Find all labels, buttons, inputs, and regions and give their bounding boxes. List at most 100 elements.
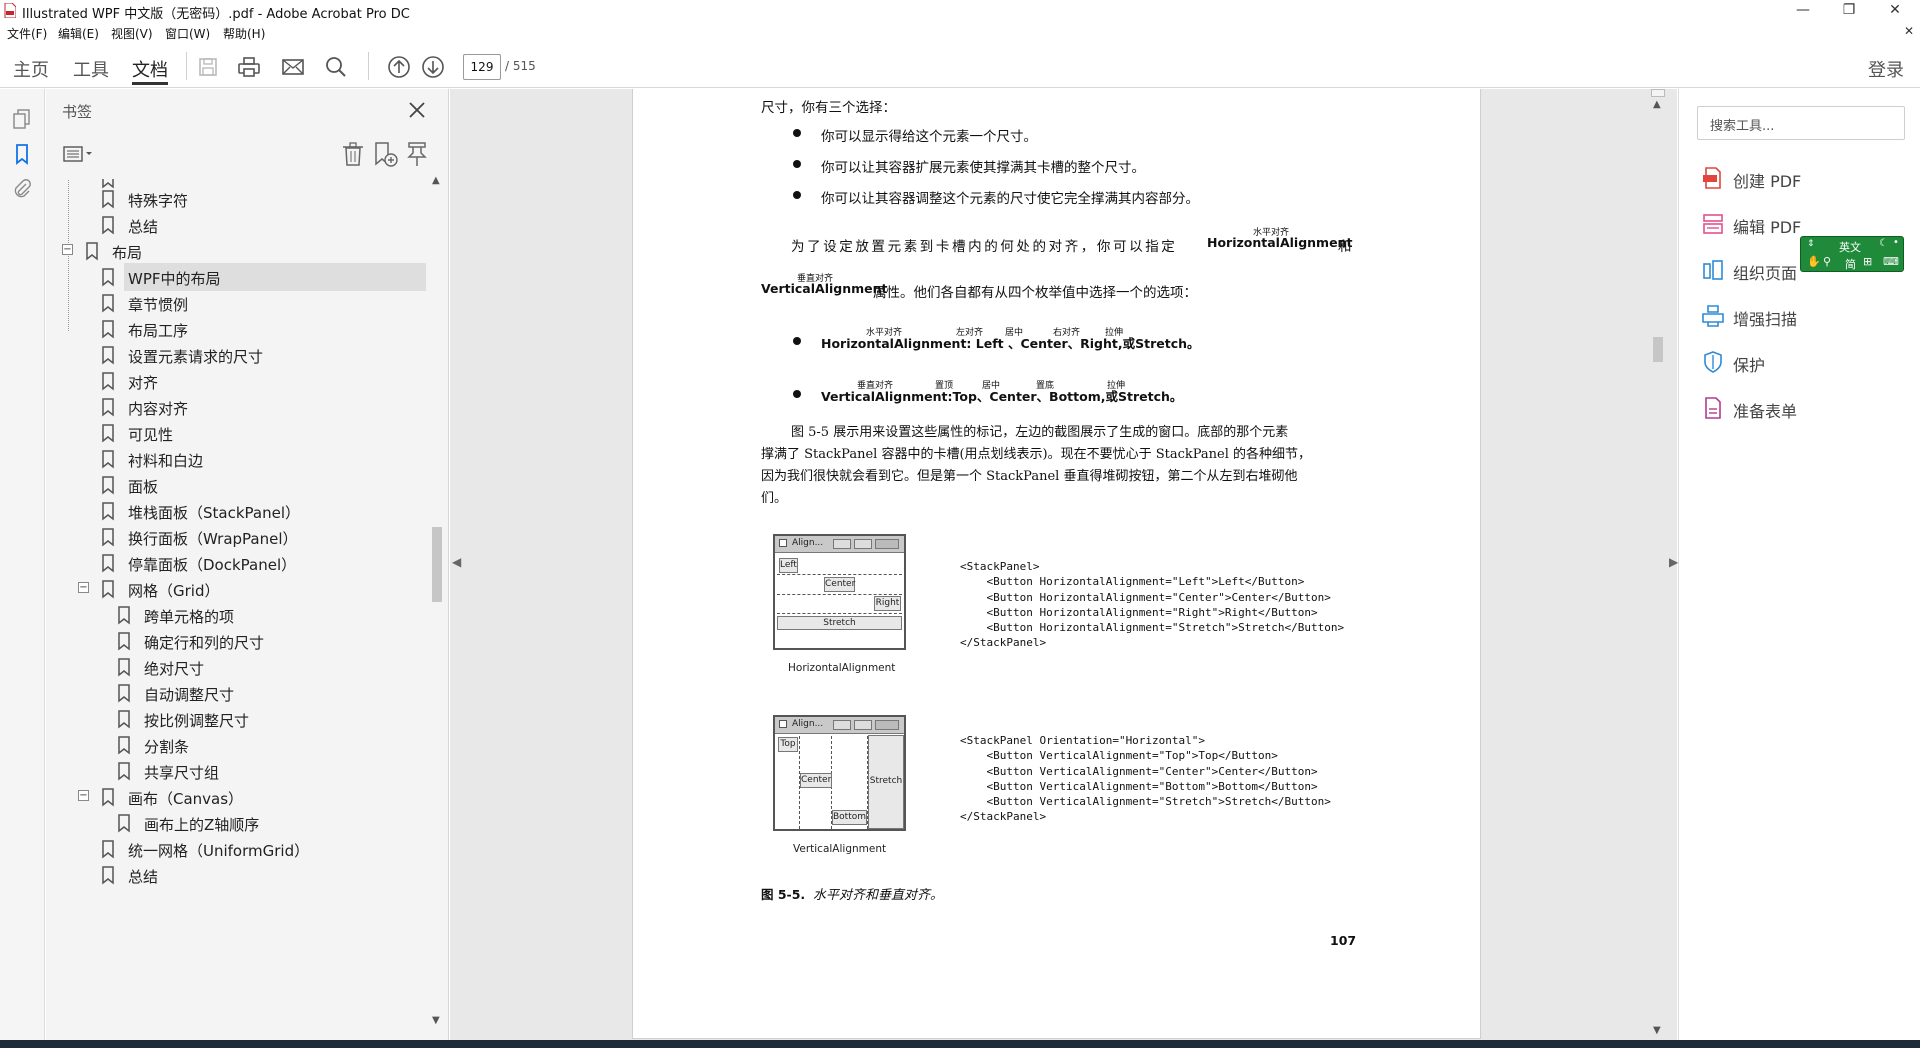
search-tools-input[interactable]: 搜索工具... — [1697, 106, 1905, 140]
new-bookmark-icon[interactable] — [372, 140, 398, 168]
scroll-thumb[interactable] — [432, 527, 442, 602]
ime-charset-label[interactable]: 简 — [1845, 256, 1856, 272]
bookmark-item[interactable]: 总结 — [60, 211, 426, 239]
menu-window[interactable]: 窗口(W) — [165, 25, 210, 42]
scroll-up-icon[interactable]: ▲ — [1653, 99, 1661, 110]
page-thumbnails-icon[interactable] — [10, 107, 34, 131]
ime-dot-icon[interactable]: • — [1893, 237, 1899, 248]
tab-home[interactable]: 主页 — [13, 56, 49, 82]
bookmarks-icon[interactable] — [10, 142, 34, 166]
bookmark-item[interactable]: 确定行和列的尺寸 — [60, 627, 426, 655]
bookmark-item[interactable]: 布局工序 — [60, 315, 426, 343]
bookmark-item[interactable]: 对齐 — [60, 367, 426, 395]
bookmark-icon — [102, 476, 114, 495]
login-button[interactable]: 登录 — [1868, 56, 1904, 82]
ime-drag-icon[interactable]: ⇕ — [1807, 239, 1815, 249]
bookmark-item[interactable]: 分割条 — [60, 731, 426, 759]
ime-mode-label[interactable]: 英文 — [1839, 239, 1861, 255]
ime-moon-icon[interactable]: ☾ — [1879, 238, 1888, 249]
tool-label: 准备表单 — [1733, 402, 1798, 421]
collapse-left-pane-icon[interactable]: ◀ — [452, 555, 461, 569]
bookmark-icon — [102, 840, 114, 859]
collapse-toggle[interactable]: − — [62, 244, 73, 255]
close-panel-icon[interactable] — [406, 99, 428, 121]
bookmark-item[interactable]: 可见性 — [60, 419, 426, 447]
scroll-down-icon[interactable]: ▼ — [1653, 1025, 1661, 1036]
bookmark-item[interactable]: 内容对齐 — [60, 393, 426, 421]
scroll-thumb[interactable] — [1653, 337, 1663, 362]
page-number-input[interactable]: 129 — [463, 54, 501, 80]
expand-bookmark-icon[interactable] — [404, 140, 430, 168]
collapse-toggle[interactable]: − — [78, 582, 89, 593]
bookmark-item[interactable]: 面板 — [60, 471, 426, 499]
menu-help[interactable]: 帮助(H) — [223, 25, 265, 42]
tool-label: 创建 PDF — [1733, 172, 1802, 191]
bookmark-item[interactable]: 按比例调整尺寸 — [60, 705, 426, 733]
bookmark-item[interactable]: 停靠面板（DockPanel） — [60, 549, 426, 577]
bookmark-item[interactable]: 统一网格（UniformGrid） — [60, 835, 426, 863]
bookmark-icon — [118, 606, 130, 625]
bookmarks-scrollbar[interactable]: ▲ ▼ — [429, 175, 445, 1029]
maximize-button[interactable]: ❐ — [1826, 0, 1872, 22]
page-text-line: 们。 — [761, 491, 788, 506]
ime-hand-icon[interactable]: ✋ — [1807, 255, 1821, 268]
close-window-button[interactable]: ✕ — [1872, 0, 1918, 22]
ime-search-icon[interactable]: ⚲ — [1823, 255, 1831, 268]
save-icon[interactable] — [195, 54, 221, 80]
page-text-line: 你可以显示得给这个元素一个尺寸。 — [821, 129, 1037, 145]
bookmark-item[interactable]: 绝对尺寸 — [60, 653, 426, 681]
bookmark-item[interactable]: 设置元素请求的尺寸 — [60, 341, 426, 369]
next-page-icon[interactable] — [420, 54, 446, 80]
tool-enhance-scan[interactable]: 增强扫描 — [1701, 302, 1911, 332]
tab-tools[interactable]: 工具 — [73, 56, 109, 82]
figure-label: HorizontalAlignment — [788, 662, 896, 674]
window-title: Illustrated WPF 中文版（无密码）.pdf - Adobe Acr… — [22, 7, 410, 22]
bookmark-item[interactable]: 换行面板（WrapPanel） — [60, 523, 426, 551]
tool-prepare-form[interactable]: 准备表单 — [1701, 394, 1911, 424]
bookmark-item[interactable]: 跨单元格的项 — [60, 601, 426, 629]
bookmark-item[interactable]: 特殊字符 — [60, 179, 426, 331]
search-icon[interactable] — [323, 54, 349, 80]
menu-edit[interactable]: 编辑(E) — [58, 25, 99, 42]
bookmark-item[interactable]: − 画布（Canvas） — [60, 783, 426, 811]
scroll-down-icon[interactable]: ▼ — [432, 1015, 440, 1026]
menu-view[interactable]: 视图(V) — [111, 25, 153, 42]
menu-file[interactable]: 文件(F) — [7, 25, 47, 42]
bookmark-item[interactable]: 总结 — [60, 861, 426, 889]
bookmark-item[interactable]: 共享尺寸组 — [60, 757, 426, 785]
ime-keyboard-icon[interactable]: ⌨ — [1883, 255, 1899, 268]
tool-create-pdf[interactable]: 创建 PDF — [1701, 164, 1911, 194]
ime-toolbar[interactable]: ⇕ 英文 ☾ • ✋ ⚲ 简 ⊞ ⌨ — [1800, 236, 1904, 272]
scroll-up-icon[interactable]: ▲ — [432, 175, 440, 186]
bookmark-item[interactable]: − 布局 — [60, 237, 426, 265]
document-scrollbar[interactable]: ▲ ▼ — [1650, 89, 1666, 1040]
previous-page-icon[interactable] — [386, 54, 412, 80]
minimize-button[interactable]: — — [1780, 0, 1826, 22]
bookmark-item[interactable]: 堆栈面板（StackPanel） — [60, 497, 426, 525]
bookmark-label: 统一网格（UniformGrid） — [128, 842, 310, 860]
close-document-icon[interactable]: ✕ — [1904, 24, 1914, 38]
collapse-toggle[interactable]: − — [78, 790, 89, 801]
bookmark-icon — [102, 450, 114, 469]
bookmark-icon — [118, 658, 130, 677]
bookmark-item[interactable]: 画布上的Z轴顺序 — [60, 809, 426, 837]
bookmark-icon — [102, 554, 114, 573]
email-icon[interactable] — [280, 54, 306, 80]
bookmark-options-icon[interactable] — [62, 142, 100, 166]
bookmark-item[interactable]: − 网格（Grid） — [60, 575, 426, 603]
bookmark-item-selected[interactable]: WPF中的布局 — [60, 263, 426, 291]
collapse-right-pane-icon[interactable]: ▶ — [1669, 555, 1678, 569]
bookmark-item[interactable]: 章节惯例 — [60, 289, 426, 317]
bookmark-icon — [102, 372, 114, 391]
print-icon[interactable] — [236, 54, 262, 80]
attachments-icon[interactable] — [10, 177, 34, 201]
bookmark-label: 设置元素请求的尺寸 — [128, 348, 264, 366]
tab-document[interactable]: 文档 — [132, 56, 168, 82]
bookmark-item[interactable]: 衬料和白边 — [60, 445, 426, 473]
bookmark-item[interactable]: 自动调整尺寸 — [60, 679, 426, 707]
delete-bookmark-icon[interactable] — [340, 140, 366, 168]
tool-protect[interactable]: 保护 — [1701, 348, 1911, 378]
scroll-split-handle[interactable] — [1651, 89, 1665, 97]
ime-grid-icon[interactable]: ⊞ — [1863, 255, 1872, 268]
bookmark-label: 共享尺寸组 — [144, 764, 220, 782]
